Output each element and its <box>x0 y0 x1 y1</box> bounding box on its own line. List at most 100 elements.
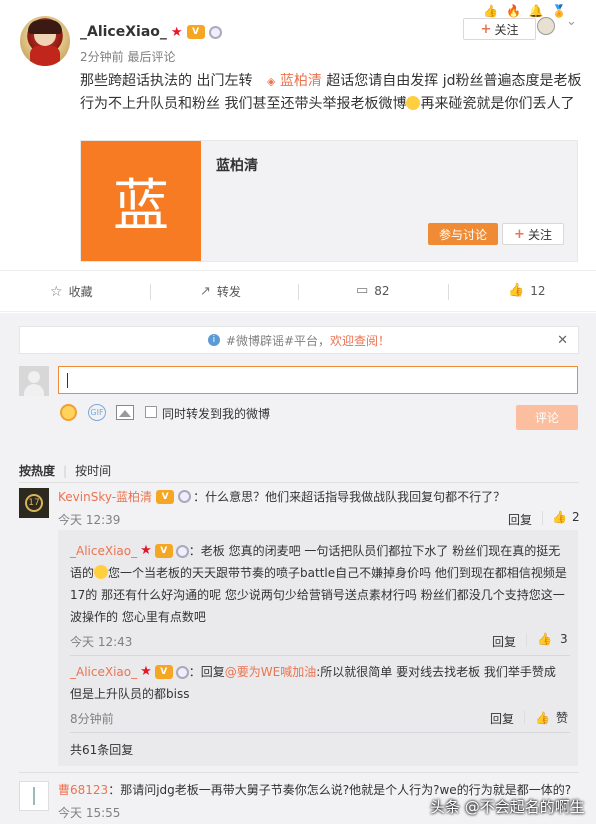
medal-icon[interactable]: 🏅 <box>552 4 567 18</box>
vip-badge-icon: V <box>154 665 173 679</box>
comment-icon: ▭ <box>356 283 369 298</box>
red-star-icon: ★ <box>140 664 152 679</box>
reply-reply-button[interactable]: 回复 <box>492 633 516 650</box>
reply-username[interactable]: _AliceXiao_ <box>70 661 137 683</box>
reply-text-line2: 但是上升队员的都biss <box>70 687 190 701</box>
red-star-icon: ★ <box>170 24 183 40</box>
reply-like-count: 赞 <box>555 711 568 725</box>
sort-hot-tab[interactable]: 按热度 <box>19 462 55 479</box>
repost-icon: ↗ <box>200 284 211 299</box>
reply-prefix: ：回复 <box>188 665 225 679</box>
comment-text: ：那请问jdg老板一再带大舅子节奏你怎么说?他就是个人行为?we的行为就是都一体… <box>108 783 572 797</box>
reply-reply-button[interactable]: 回复 <box>490 710 514 727</box>
level-badge-icon <box>208 25 222 39</box>
bell-icon[interactable]: 🔔 <box>529 4 544 18</box>
avatar-mini-icon[interactable] <box>537 17 555 35</box>
thumbs-up-icon: 👍 <box>537 632 552 646</box>
reply-username[interactable]: _AliceXiao_ <box>70 540 137 562</box>
image-icon[interactable] <box>116 405 134 420</box>
reply-mention[interactable]: @要为WE喊加油 <box>225 661 316 683</box>
smile-icon[interactable] <box>60 404 77 421</box>
composer-avatar <box>19 366 49 396</box>
fire-icon[interactable]: 🔥 <box>506 4 521 18</box>
close-icon[interactable]: ✕ <box>557 333 568 348</box>
like-icon[interactable]: 👍 <box>483 4 498 18</box>
post-meta: 2分钟前 最后评论 <box>80 48 175 65</box>
gif-icon[interactable]: GIF <box>88 404 106 421</box>
submit-comment-button[interactable]: 评论 <box>516 405 578 430</box>
reply-item: _AliceXiao_ ★ V ：老板 您真的闭麦吧 一句话把队员们都拉下水了 … <box>70 540 570 628</box>
join-discussion-button[interactable]: 参与讨论 <box>428 223 498 245</box>
comment-time: 今天 15:55 <box>58 806 121 820</box>
reply-like-count: 3 <box>559 632 568 646</box>
post-username[interactable]: _AliceXiao_ <box>80 24 167 40</box>
reply-text-line3: 17的 那还有什么好沟通的呢 您少说两句少给营销号送点素材行吗 粉丝们都没几个支… <box>70 588 565 602</box>
chevron-down-icon[interactable]: ⌄ <box>566 14 577 29</box>
reply-text-line1: :所以就很简单 要对线去找老板 我们举手赞成 <box>316 665 556 679</box>
post-follow-button[interactable]: + 关注 <box>463 18 536 40</box>
collect-button[interactable]: ☆ 收藏 <box>50 283 93 300</box>
level-badge-icon <box>175 544 189 558</box>
reply-time: 8分钟前 <box>70 712 114 726</box>
comment-button[interactable]: ▭ 82 <box>356 283 390 298</box>
level-badge-icon <box>175 665 189 679</box>
post-body-line2a: 行为不上升队员和粉丝 我们甚至还带头举报老板微博 <box>80 96 407 112</box>
emoji-icon <box>406 96 421 110</box>
reply-text-line2b: 您一个当老板的天天跟带节奏的喷子battle自己不嫌掉身价吗 他们到现在都相信视… <box>108 566 567 580</box>
follow-label: 关注 <box>494 22 519 37</box>
reply-like-button[interactable]: 👍 赞 <box>535 709 568 726</box>
comment-username[interactable]: KevinSky-蓝柏清 <box>58 488 152 505</box>
comment-input[interactable] <box>58 366 578 394</box>
action-bar: ☆ 收藏 ↗ 转发 ▭ 82 👍 12 <box>0 270 596 312</box>
more-replies-link[interactable]: 共61条回复 <box>70 741 133 758</box>
post-body-line1a: 那些跨超话执法的 出门左转 <box>80 73 253 89</box>
sort-time-tab[interactable]: 按时间 <box>75 462 111 479</box>
topic-card-title[interactable]: 蓝柏清 <box>216 155 258 175</box>
topic-card[interactable]: 蓝 蓝柏清 参与讨论 + 关注 <box>80 140 578 262</box>
topic-card-logo: 蓝 <box>81 141 201 261</box>
comment-row: KevinSky-蓝柏清 V ：什么意思？他们来超话指导我做战队我回复句都不行了… <box>58 488 505 505</box>
post-body-line2b: 再来碰瓷就是你们丢人了 <box>420 96 575 112</box>
reply-text-line2: 语的 <box>70 566 95 580</box>
comment-text: ：什么意思？他们来超话指导我做战队我回复句都不行了？ <box>193 490 506 504</box>
topic-follow-label: 关注 <box>527 227 552 242</box>
reply-text-line4: 波操作的 您心里有点数吧 <box>70 610 206 624</box>
notice-banner: i #微博辟谣#平台， 欢迎查阅！ ✕ <box>19 326 579 354</box>
thumbs-up-icon: 👍 <box>508 283 525 298</box>
plus-icon: + <box>480 21 492 37</box>
topic-card-logo-char: 蓝 <box>113 173 169 239</box>
sort-bar: 按热度 | 按时间 <box>19 462 111 479</box>
comment-avatar[interactable] <box>19 781 49 811</box>
reply-text-line1: ：老板 您真的闭麦吧 一句话把队员们都拉下水了 粉丝们现在真的挺无 <box>188 544 561 558</box>
post-time[interactable]: 2分钟前 <box>80 50 124 64</box>
notice-link[interactable]: 欢迎查阅！ <box>330 332 390 349</box>
like-button[interactable]: 👍 12 <box>508 283 545 298</box>
reply-like-button[interactable]: 👍 3 <box>537 632 568 646</box>
comment-reply-button[interactable]: 回复 <box>508 511 532 528</box>
like-count: 12 <box>530 283 546 298</box>
level-badge-icon <box>178 490 192 503</box>
vip-badge-icon: V <box>186 25 205 39</box>
vip-badge-icon: V <box>156 489 175 504</box>
divider <box>19 772 579 773</box>
comment-username[interactable]: 曹68123 <box>58 783 108 797</box>
topic-link[interactable]: 蓝柏清 <box>280 73 322 89</box>
comment-like-button[interactable]: 👍 2 <box>552 510 580 524</box>
divider <box>19 482 579 483</box>
divider <box>70 732 570 733</box>
divider <box>70 655 570 656</box>
repost-checkbox[interactable] <box>145 406 157 418</box>
comment-avatar[interactable]: 17 <box>19 488 49 518</box>
info-icon: i <box>207 334 220 346</box>
reply-time: 今天 12:43 <box>70 635 133 649</box>
repost-button[interactable]: ↗ 转发 <box>200 283 241 300</box>
post-avatar[interactable] <box>20 16 70 66</box>
red-star-icon: ★ <box>140 543 152 558</box>
comment-count: 82 <box>374 283 390 298</box>
collect-label: 收藏 <box>68 285 93 299</box>
sort-divider: | <box>63 463 68 478</box>
topic-follow-button[interactable]: + 关注 <box>502 223 564 245</box>
repost-label: 转发 <box>216 285 241 299</box>
post-body-line1b: 超话您请自由发挥 jd粉丝普遍态度是老板 <box>326 73 582 89</box>
post-time-suffix: 最后评论 <box>127 50 176 64</box>
